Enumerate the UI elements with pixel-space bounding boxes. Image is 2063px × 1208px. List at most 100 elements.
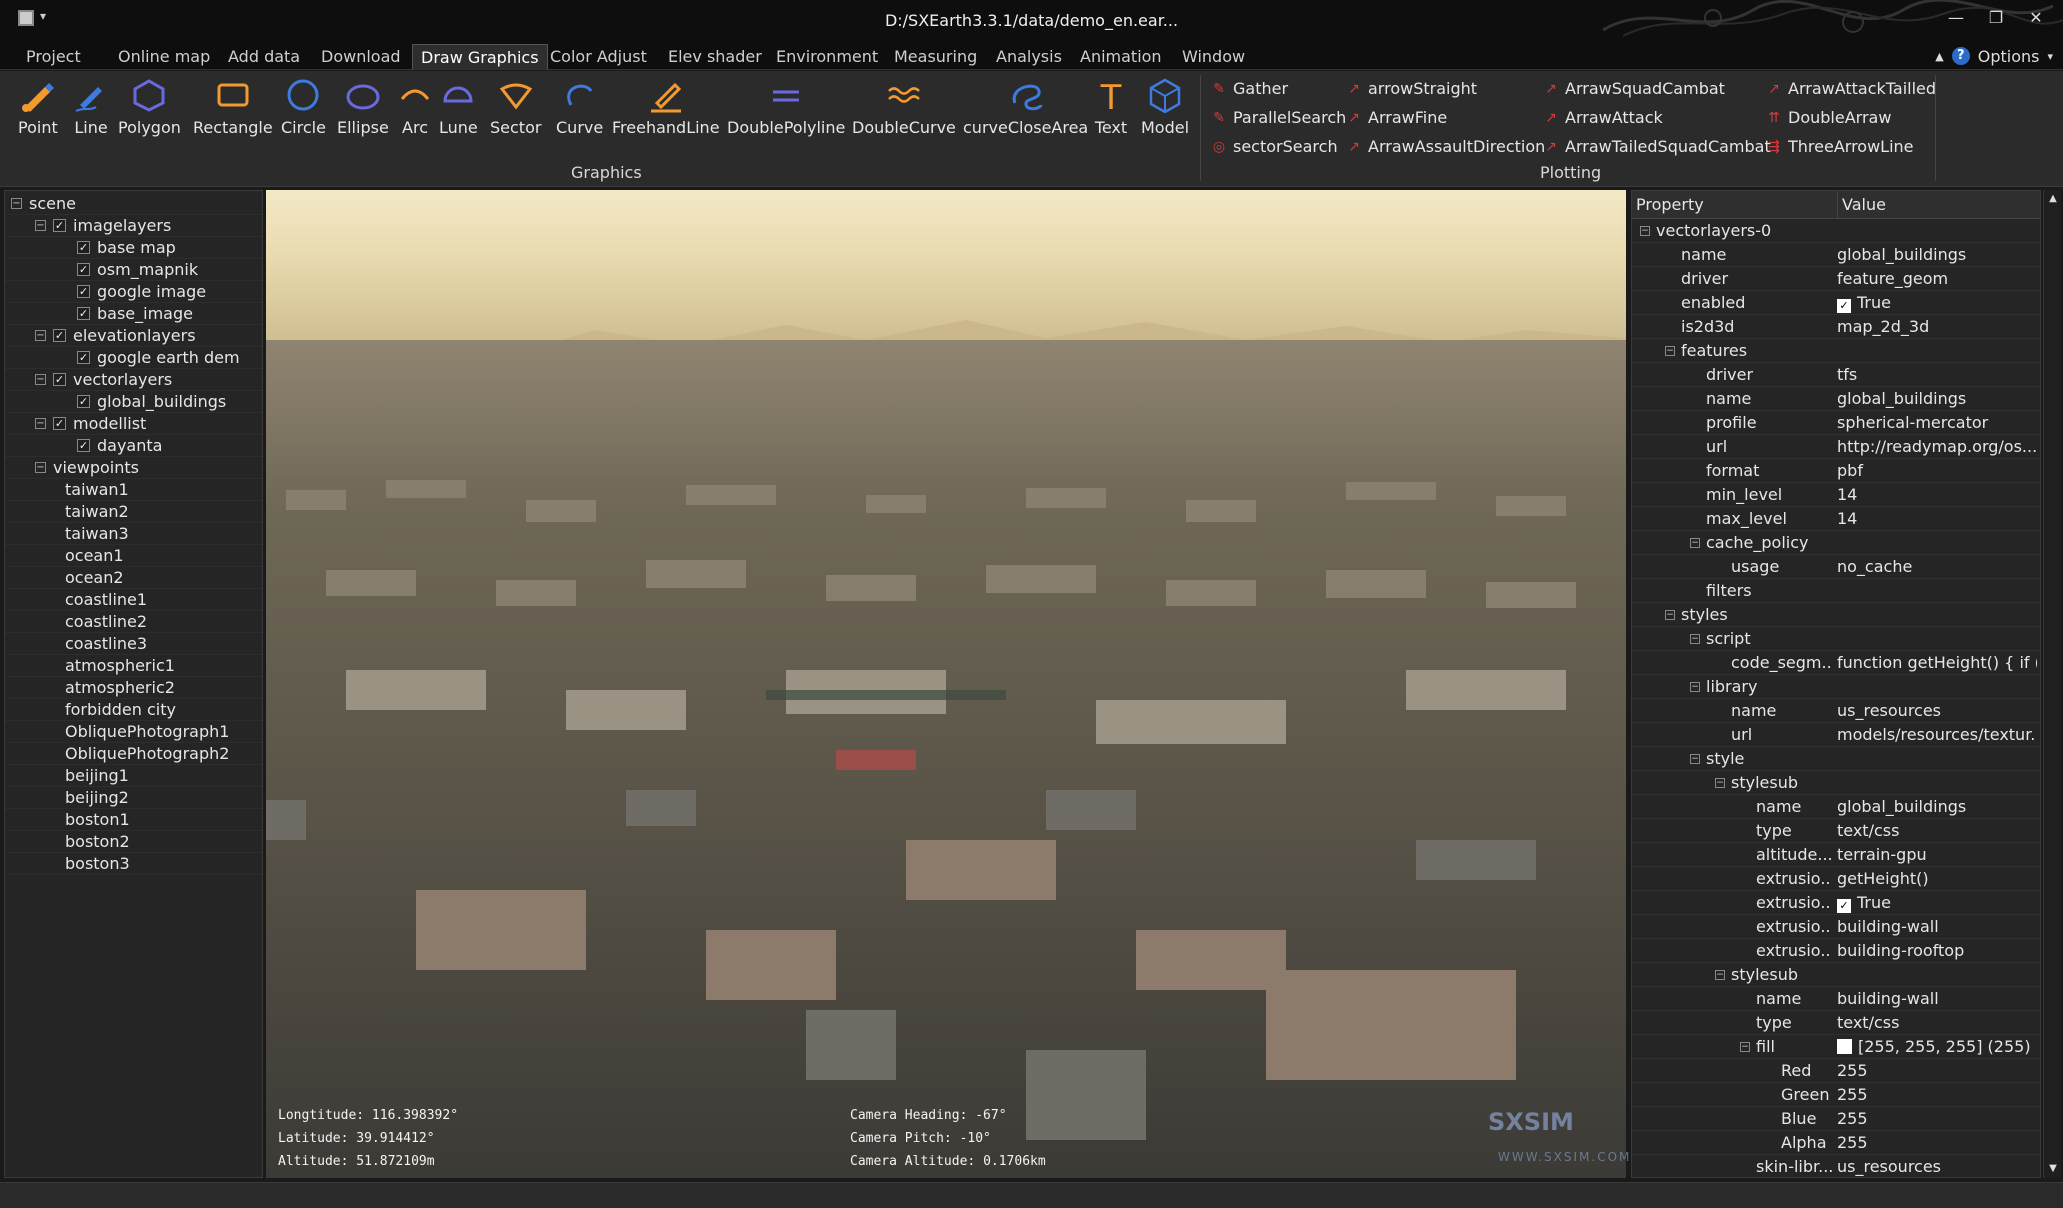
property-row[interactable]: Alpha 255 bbox=[1632, 1131, 2040, 1155]
plot-sector-search[interactable]: ◎ sectorSearch bbox=[1211, 137, 1338, 156]
property-expander-icon[interactable]: − bbox=[1690, 538, 1700, 548]
property-row[interactable]: − vectorlayers-0 bbox=[1632, 219, 2040, 243]
rectangle-button[interactable]: Rectangle bbox=[193, 77, 273, 139]
tab-elev-shader[interactable]: Elev shader bbox=[660, 44, 770, 70]
property-row[interactable]: type text/css bbox=[1632, 819, 2040, 843]
line-button[interactable]: Line bbox=[72, 77, 110, 139]
property-value[interactable]: text/css bbox=[1837, 819, 2037, 843]
tree-item[interactable]: − ✓ modellist bbox=[5, 413, 262, 435]
property-value[interactable]: spherical-mercator bbox=[1837, 411, 2037, 435]
tree-expander-icon[interactable]: − bbox=[35, 462, 46, 473]
tab-add-data[interactable]: Add data bbox=[220, 44, 308, 70]
property-expander-icon[interactable]: − bbox=[1690, 682, 1700, 692]
tree-item[interactable]: − ✓ vectorlayers bbox=[5, 369, 262, 391]
property-checkbox[interactable]: ✓ bbox=[1837, 299, 1851, 313]
property-expander-icon[interactable]: − bbox=[1665, 610, 1675, 620]
property-row[interactable]: is2d3d map_2d_3d bbox=[1632, 315, 2040, 339]
tree-item[interactable]: beijing1 bbox=[5, 765, 262, 787]
scroll-down-icon[interactable]: ▼ bbox=[2044, 1160, 2062, 1178]
property-expander-icon[interactable]: − bbox=[1665, 346, 1675, 356]
tree-item[interactable]: ✓ dayanta bbox=[5, 435, 262, 457]
property-row[interactable]: − style bbox=[1632, 747, 2040, 771]
property-row[interactable]: url models/resources/textur... bbox=[1632, 723, 2040, 747]
scroll-up-icon[interactable]: ▲ bbox=[2044, 190, 2062, 208]
tree-item[interactable]: atmospheric1 bbox=[5, 655, 262, 677]
layer-checkbox[interactable]: ✓ bbox=[77, 395, 90, 408]
tree-item[interactable]: ✓ osm_mapnik bbox=[5, 259, 262, 281]
property-row[interactable]: − features bbox=[1632, 339, 2040, 363]
tab-project[interactable]: Project bbox=[18, 44, 89, 70]
text-button[interactable]: T Text bbox=[1092, 77, 1130, 139]
property-expander-icon[interactable]: − bbox=[1640, 226, 1650, 236]
model-button[interactable]: Model bbox=[1141, 77, 1189, 139]
property-row[interactable]: name global_buildings bbox=[1632, 387, 2040, 411]
property-row[interactable]: − script bbox=[1632, 627, 2040, 651]
tab-environment[interactable]: Environment bbox=[768, 44, 886, 70]
property-row[interactable]: name global_buildings bbox=[1632, 795, 2040, 819]
property-row[interactable]: profile spherical-mercator bbox=[1632, 411, 2040, 435]
tree-item[interactable]: coastline1 bbox=[5, 589, 262, 611]
layer-checkbox[interactable]: ✓ bbox=[77, 263, 90, 276]
property-row[interactable]: enabled ✓ True bbox=[1632, 291, 2040, 315]
tree-expander-icon[interactable]: − bbox=[35, 220, 46, 231]
property-value[interactable]: building-wall bbox=[1837, 987, 2037, 1011]
tab-draw-graphics[interactable]: Draw Graphics bbox=[412, 44, 548, 70]
point-button[interactable]: Point bbox=[18, 77, 58, 139]
property-row[interactable]: code_segm... function getHeight() { if (.… bbox=[1632, 651, 2040, 675]
property-row[interactable]: extrusio... building-wall bbox=[1632, 915, 2040, 939]
tree-expander-icon[interactable]: − bbox=[35, 330, 46, 341]
tab-download[interactable]: Download bbox=[313, 44, 409, 70]
property-value[interactable]: map_2d_3d bbox=[1837, 315, 2037, 339]
tree-item[interactable]: ObliquePhotograph1 bbox=[5, 721, 262, 743]
tree-item[interactable]: taiwan1 bbox=[5, 479, 262, 501]
plot-three-arrow-line[interactable]: ⇶ ThreeArrowLine bbox=[1766, 137, 1913, 156]
sector-button[interactable]: Sector bbox=[490, 77, 541, 139]
double-polyline-button[interactable]: DoublePolyline bbox=[727, 77, 845, 139]
tree-item[interactable]: ✓ google earth dem bbox=[5, 347, 262, 369]
property-expander-icon[interactable]: − bbox=[1715, 970, 1725, 980]
map-3d-viewport[interactable]: Longtitude: 116.398392° Latitude: 39.914… bbox=[266, 190, 1626, 1178]
property-row[interactable]: extrusio... building-rooftop bbox=[1632, 939, 2040, 963]
property-row[interactable]: driver feature_geom bbox=[1632, 267, 2040, 291]
tab-window[interactable]: Window bbox=[1174, 44, 1253, 70]
plot-parallel-search[interactable]: ✎ ParallelSearch bbox=[1211, 108, 1346, 127]
plot-arraw-tailed-squad-cambat[interactable]: ↗ ArrawTailedSquadCambat bbox=[1543, 137, 1771, 156]
property-value[interactable]: 255 bbox=[1837, 1083, 2037, 1107]
property-row[interactable]: − stylesub bbox=[1632, 771, 2040, 795]
tree-item[interactable]: ✓ google image bbox=[5, 281, 262, 303]
tree-item[interactable]: boston2 bbox=[5, 831, 262, 853]
property-value[interactable]: us_resources bbox=[1837, 1155, 2037, 1177]
property-value[interactable]: us_resources bbox=[1837, 699, 2037, 723]
plot-arraw-attack-tailled[interactable]: ↗ ArrawAttackTailled bbox=[1766, 79, 1936, 98]
property-expander-icon[interactable]: − bbox=[1715, 778, 1725, 788]
arc-button[interactable]: Arc bbox=[398, 77, 432, 139]
tab-color-adjust[interactable]: Color Adjust bbox=[542, 44, 655, 70]
property-value[interactable]: global_buildings bbox=[1837, 243, 2037, 267]
tab-measuring[interactable]: Measuring bbox=[886, 44, 985, 70]
lune-button[interactable]: Lune bbox=[439, 77, 478, 139]
property-value[interactable]: 255 bbox=[1837, 1131, 2037, 1155]
property-value[interactable]: pbf bbox=[1837, 459, 2037, 483]
tree-item[interactable]: ObliquePhotograph2 bbox=[5, 743, 262, 765]
property-value[interactable]: global_buildings bbox=[1837, 795, 2037, 819]
property-value[interactable]: feature_geom bbox=[1837, 267, 2037, 291]
property-value[interactable]: 255 bbox=[1837, 1107, 2037, 1131]
plot-arraw-fine[interactable]: ↗ ArrawFine bbox=[1346, 108, 1447, 127]
close-button[interactable]: ✕ bbox=[2022, 6, 2050, 30]
property-value[interactable]: tfs bbox=[1837, 363, 2037, 387]
property-row[interactable]: altitude... terrain-gpu bbox=[1632, 843, 2040, 867]
property-row[interactable]: name global_buildings bbox=[1632, 243, 2040, 267]
circle-button[interactable]: Circle bbox=[281, 77, 326, 139]
collapse-ribbon-icon[interactable]: ▲ bbox=[1935, 50, 1943, 63]
property-row[interactable]: − fill [255, 255, 255] (255) bbox=[1632, 1035, 2040, 1059]
property-row[interactable]: url http://readymap.org/os... bbox=[1632, 435, 2040, 459]
freehand-line-button[interactable]: FreehandLine bbox=[612, 77, 720, 139]
property-row[interactable]: extrusio... ✓ True bbox=[1632, 891, 2040, 915]
polygon-button[interactable]: Polygon bbox=[118, 77, 181, 139]
color-swatch[interactable] bbox=[1837, 1039, 1852, 1054]
property-row[interactable]: Green 255 bbox=[1632, 1083, 2040, 1107]
options-menu[interactable]: Options bbox=[1978, 47, 2040, 66]
tree-item[interactable]: forbidden city bbox=[5, 699, 262, 721]
property-value[interactable]: ✓ True bbox=[1837, 291, 2037, 315]
tree-item[interactable]: boston1 bbox=[5, 809, 262, 831]
